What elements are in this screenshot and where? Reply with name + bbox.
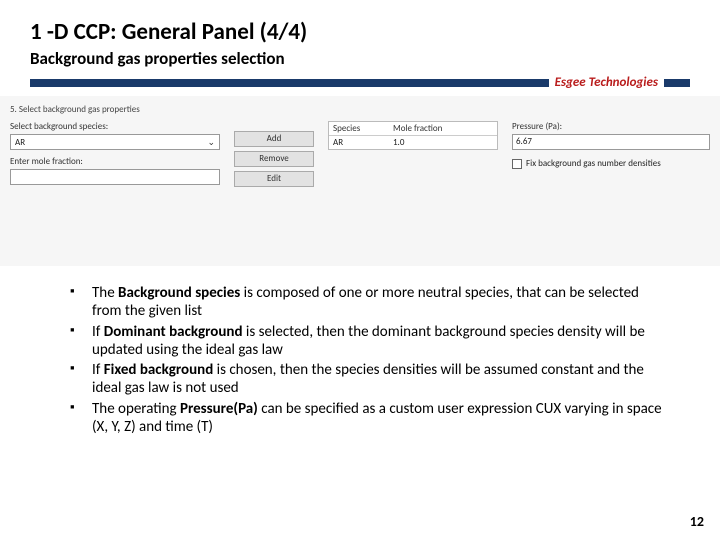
fix-densities-label: Fix background gas number densities xyxy=(526,158,661,169)
species-table: Species Mole fraction AR 1.0 xyxy=(328,121,498,150)
rule-right xyxy=(664,79,690,87)
step-label: 5. Select background gas properties xyxy=(10,104,710,115)
species-label: Select background species: xyxy=(10,121,220,132)
slide-subtitle: Background gas properties selection xyxy=(30,48,690,69)
mole-fraction-input[interactable] xyxy=(10,169,220,185)
remove-button[interactable]: Remove xyxy=(234,151,314,167)
table-col-mole: Mole fraction xyxy=(389,122,497,135)
brand-prefix: Esgee xyxy=(555,75,586,90)
table-col-species: Species xyxy=(329,122,389,135)
pressure-input[interactable]: 6.67 xyxy=(512,134,710,150)
b4-bold: Pressure(Pa) xyxy=(180,400,258,418)
mole-label: Enter mole fraction: xyxy=(10,156,220,167)
b2-bold: Dominant background xyxy=(104,323,243,341)
bullet-4: The operating Pressure(Pa) can be specif… xyxy=(70,400,670,437)
panel-screenshot: 5. Select background gas properties Sele… xyxy=(0,96,720,266)
bullet-list: The Background species is composed of on… xyxy=(30,266,690,436)
b2-pre: If xyxy=(92,323,104,341)
b4-pre: The operating xyxy=(92,400,180,418)
table-header: Species Mole fraction xyxy=(329,122,497,136)
pressure-label: Pressure (Pa): xyxy=(512,121,710,132)
brand-logo: Esgee Technologies xyxy=(555,75,658,90)
table-row[interactable]: AR 1.0 xyxy=(329,136,497,149)
fix-densities-checkbox[interactable] xyxy=(512,159,522,169)
species-combobox[interactable]: AR ⌄ xyxy=(10,134,220,150)
b3-pre: If xyxy=(92,361,104,379)
species-combobox-value: AR xyxy=(15,137,25,148)
b1-bold: Background species xyxy=(118,284,240,302)
edit-button[interactable]: Edit xyxy=(234,171,314,187)
bullet-2: If Dominant background is selected, then… xyxy=(70,323,670,360)
b1-pre: The xyxy=(92,284,118,302)
slide-title: 1 -D CCP: General Panel (4/4) xyxy=(30,18,690,46)
bullet-1: The Background species is composed of on… xyxy=(70,284,670,321)
row-mole: 1.0 xyxy=(389,136,497,149)
chevron-down-icon: ⌄ xyxy=(207,137,215,148)
row-species: AR xyxy=(329,136,389,149)
divider: Esgee Technologies xyxy=(30,75,690,90)
page-number: 12 xyxy=(690,513,704,530)
bullet-3: If Fixed background is chosen, then the … xyxy=(70,361,670,398)
brand-suffix: Technologies xyxy=(589,75,658,90)
rule-left xyxy=(30,79,549,87)
b3-bold: Fixed background xyxy=(104,361,214,379)
add-button[interactable]: Add xyxy=(234,131,314,147)
